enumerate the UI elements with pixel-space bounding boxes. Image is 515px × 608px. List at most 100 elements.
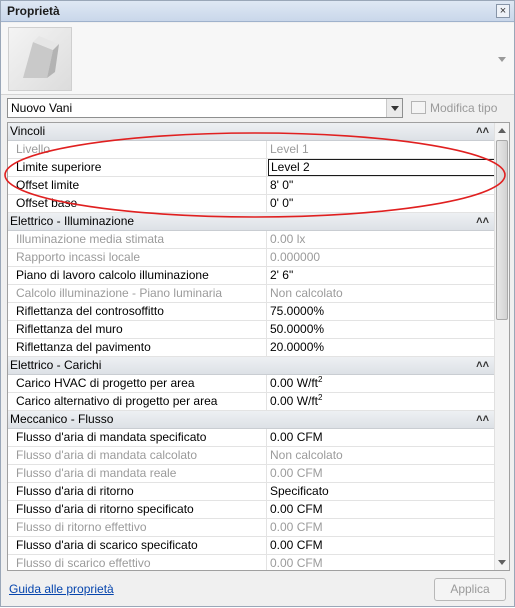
property-value[interactable]: 0.00 W/ft2 (267, 375, 495, 392)
property-value-text: 0.00 CFM (270, 430, 323, 444)
collapse-chevron-icon[interactable]: ˄˄ (476, 357, 489, 374)
panel-title: Proprietà (7, 4, 60, 18)
group-header[interactable]: Elettrico - Carichi ˄˄ (8, 357, 495, 375)
property-row[interactable]: Piano di lavoro calcolo illuminazione 2' … (8, 267, 495, 285)
property-value[interactable]: 0.00 CFM (267, 501, 495, 518)
property-value-text: Level 1 (270, 142, 309, 156)
collapse-chevron-icon[interactable]: ˄˄ (476, 123, 489, 140)
collapse-chevron-icon[interactable]: ˄˄ (476, 213, 489, 230)
edit-type-label: Modifica tipo (430, 101, 498, 115)
property-name: Flusso d'aria di scarico specificato (8, 537, 267, 554)
property-value-text: 0.00 CFM (270, 502, 323, 516)
property-name: Offset limite (8, 177, 267, 194)
property-row: Rapporto incassi locale 0.000000 (8, 249, 495, 267)
property-value-text: 50.0000% (270, 322, 325, 336)
property-value-text: 0.000000 (270, 250, 321, 264)
properties-grid: Vincoli ˄˄ Livello Level 1 Limite superiore L… (7, 122, 510, 571)
collapse-chevron-icon[interactable]: ˄˄ (476, 411, 489, 428)
property-name: Flusso di ritorno effettivo (8, 519, 267, 536)
close-icon[interactable]: × (496, 4, 510, 18)
property-row[interactable]: Offset limite 8' 0" (8, 177, 495, 195)
properties-grid-rows: Vincoli ˄˄ Livello Level 1 Limite superiore L… (8, 123, 495, 570)
type-preview (1, 23, 514, 95)
property-row[interactable]: Flusso d'aria di mandata specificato 0.00… (8, 429, 495, 447)
property-row[interactable]: Riflettanza del muro 50.0000% (8, 321, 495, 339)
property-row[interactable]: Limite superiore Level 2 (8, 159, 495, 177)
property-value: 0.000000 (267, 249, 495, 266)
vertical-scrollbar[interactable] (494, 123, 509, 570)
type-selector-dropdown[interactable]: Nuovo Vani (7, 98, 403, 118)
type-selector-value: Nuovo Vani (11, 101, 73, 115)
property-row[interactable]: Flusso d'aria di ritorno specificato 0.00… (8, 501, 495, 519)
property-name: Piano di lavoro calcolo illuminazione (8, 267, 267, 284)
group-title: Meccanico - Flusso (10, 412, 114, 426)
footer: Guida alle proprietà Applica (1, 573, 514, 606)
property-value-text: 8' 0" (270, 178, 294, 192)
property-row[interactable]: Riflettanza del pavimento 20.0000% (8, 339, 495, 357)
group-title: Vincoli (10, 124, 46, 138)
property-value: 0.00 CFM (267, 465, 495, 482)
help-link[interactable]: Guida alle proprietà (9, 582, 114, 596)
scroll-up-icon[interactable] (495, 123, 509, 138)
property-value: 0.00 CFM (267, 555, 495, 570)
property-row[interactable]: Flusso d'aria di ritorno Specificato (8, 483, 495, 501)
edit-type-button[interactable]: Modifica tipo (409, 98, 509, 118)
property-row: Flusso d'aria di mandata calcolato Non ca… (8, 447, 495, 465)
property-value: Non calcolato (267, 447, 495, 464)
property-value[interactable]: 20.0000% (267, 339, 495, 356)
property-row: Flusso di ritorno effettivo 0.00 CFM (8, 519, 495, 537)
property-value[interactable]: Specificato (267, 483, 495, 500)
scrollbar-thumb[interactable] (496, 140, 508, 320)
property-value-text: 0.00 lx (270, 232, 306, 246)
property-value-text: Non calcolato (270, 448, 343, 462)
property-name: Livello (8, 141, 267, 158)
property-name: Illuminazione media stimata (8, 231, 267, 248)
edit-type-icon (411, 101, 426, 114)
property-name: Riflettanza del controsoffitto (8, 303, 267, 320)
property-value-text: Non calcolato (270, 286, 343, 300)
property-value[interactable]: 8' 0" (267, 177, 495, 194)
chevron-down-icon[interactable] (386, 99, 402, 117)
property-name: Offset base (8, 195, 267, 212)
property-value-text: Specificato (270, 484, 329, 498)
property-value[interactable]: 0.00 CFM (267, 537, 495, 554)
property-value[interactable]: 0' 0" (267, 195, 495, 212)
family-thumbnail-icon (8, 27, 72, 91)
property-value[interactable]: 75.0000% (267, 303, 495, 320)
property-row[interactable]: Flusso d'aria di scarico specificato 0.00… (8, 537, 495, 555)
group-header[interactable]: Meccanico - Flusso ˄˄ (8, 411, 495, 429)
property-value-text: 20.0000% (270, 340, 325, 354)
apply-button[interactable]: Applica (434, 578, 506, 601)
property-value-text: 0.00 W/ft (270, 394, 319, 408)
property-value[interactable]: 0.00 CFM (267, 429, 495, 446)
property-value[interactable]: 2' 6" (267, 267, 495, 284)
property-name: Calcolo illuminazione - Piano luminaria (8, 285, 267, 302)
scroll-down-icon[interactable] (495, 555, 509, 570)
group-title: Elettrico - Carichi (10, 358, 102, 372)
property-row[interactable]: Carico alternativo di progetto per area 0… (8, 393, 495, 411)
group-header[interactable]: Elettrico - Illuminazione ˄˄ (8, 213, 495, 231)
property-row: Livello Level 1 (8, 141, 495, 159)
property-row[interactable]: Offset base 0' 0" (8, 195, 495, 213)
group-header[interactable]: Vincoli ˄˄ (8, 123, 495, 141)
property-name: Limite superiore (8, 159, 267, 176)
property-value-text: 75.0000% (270, 304, 325, 318)
property-value: 0.00 CFM (267, 519, 495, 536)
property-row[interactable]: Carico HVAC di progetto per area 0.00 W/f… (8, 375, 495, 393)
property-name: Flusso d'aria di mandata specificato (8, 429, 267, 446)
property-name: Flusso d'aria di ritorno (8, 483, 267, 500)
preview-scroll-icon[interactable] (498, 57, 506, 62)
property-name: Flusso d'aria di mandata reale (8, 465, 267, 482)
property-name: Carico HVAC di progetto per area (8, 375, 267, 392)
unit-superscript: 2 (318, 375, 323, 384)
property-value-text: 0.00 CFM (270, 520, 323, 534)
property-value: Level 1 (267, 141, 495, 158)
property-name: Rapporto incassi locale (8, 249, 267, 266)
property-value[interactable]: 50.0000% (267, 321, 495, 338)
property-row[interactable]: Riflettanza del controsoffitto 75.0000% (8, 303, 495, 321)
property-row: Flusso d'aria di mandata reale 0.00 CFM (8, 465, 495, 483)
title-bar: Proprietà × (1, 1, 514, 22)
property-value[interactable]: 0.00 W/ft2 (267, 393, 495, 410)
property-value-input[interactable]: Level 2 (268, 159, 495, 176)
property-name: Riflettanza del pavimento (8, 339, 267, 356)
